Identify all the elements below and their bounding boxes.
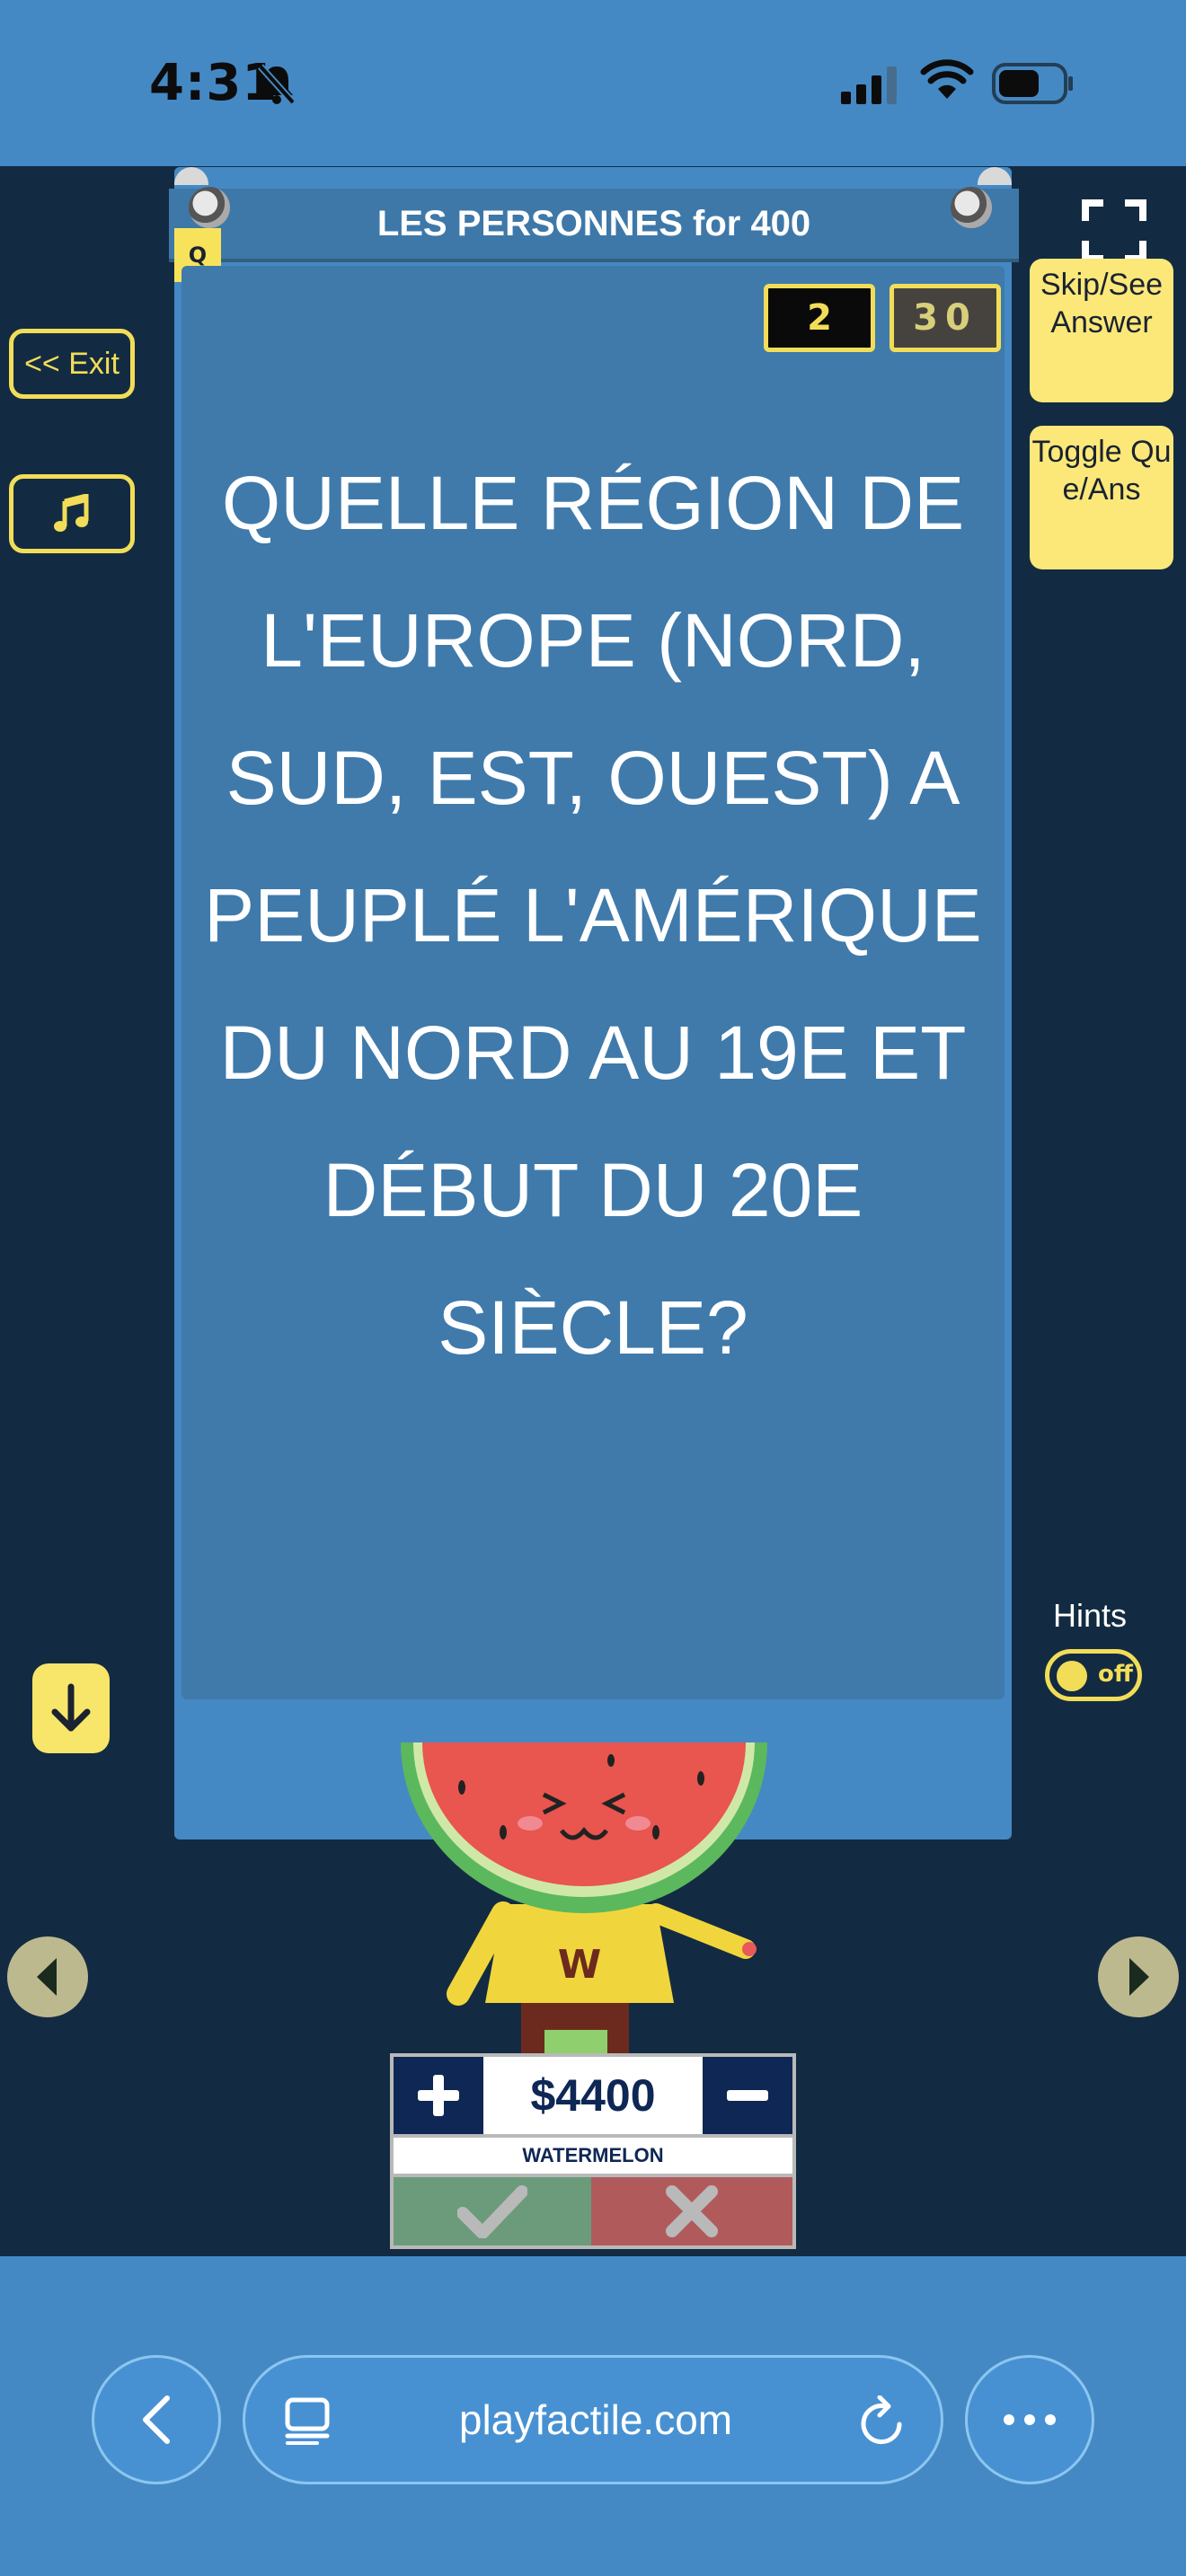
previous-button[interactable]: [7, 1936, 88, 2017]
toggle-knob: [1057, 1661, 1087, 1691]
hints-label: Hints: [1053, 1597, 1128, 1634]
hints-toggle[interactable]: off: [1045, 1649, 1142, 1701]
score-row: $4400: [394, 2057, 792, 2134]
question-counter: 2: [764, 284, 875, 352]
mark-wrong-button[interactable]: [591, 2177, 792, 2245]
fullscreen-icon[interactable]: [1082, 199, 1146, 262]
music-button[interactable]: [9, 474, 135, 553]
hints-state: off: [1098, 1661, 1133, 1688]
add-points-button[interactable]: [394, 2057, 483, 2134]
arrow-down-icon: [51, 1683, 91, 1732]
minus-icon: [727, 2090, 768, 2101]
address-bar[interactable]: playfactile.com: [243, 2355, 943, 2484]
chevron-right-icon: [1129, 1958, 1149, 1996]
more-icon: [1004, 2414, 1056, 2425]
wifi-icon: [920, 59, 974, 99]
team-score-panel: $4400 WATERMELON: [390, 2053, 796, 2249]
signal-icon: [841, 66, 897, 104]
x-icon: [666, 2185, 718, 2237]
chevron-left-icon: [37, 1958, 57, 1996]
timer[interactable]: 30: [890, 284, 1001, 352]
plus-icon: [418, 2075, 459, 2116]
exit-button[interactable]: << Exit: [9, 329, 135, 399]
browser-back-button[interactable]: [92, 2355, 221, 2484]
scroll-down-button[interactable]: [32, 1663, 110, 1753]
team-name: WATERMELON: [394, 2138, 792, 2174]
battery-icon: [992, 63, 1073, 104]
svg-text:W: W: [558, 1942, 602, 1988]
music-note-icon: [54, 494, 89, 532]
subtract-points-button[interactable]: [703, 2057, 792, 2134]
card-title: LES PERSONNES for 400: [376, 204, 811, 243]
mark-correct-button[interactable]: [394, 2177, 591, 2245]
tabs-icon[interactable]: [285, 2397, 330, 2446]
chevron-left-icon: [143, 2395, 170, 2444]
question-text: QUELLE RÉGION DE L'EUROPE (NORD, SUD, ES…: [204, 461, 982, 1370]
watermelon-mascot: W: [401, 1742, 767, 2057]
team-score: $4400: [530, 2070, 656, 2121]
next-button[interactable]: [1098, 1936, 1179, 2017]
skip-see-answer-button[interactable]: Skip/See Answer: [1030, 259, 1173, 402]
mascot-letter: W: [558, 1942, 602, 1988]
bell-slash-icon: [258, 64, 296, 105]
more-options-button[interactable]: [965, 2355, 1094, 2484]
pin-left-icon: [189, 187, 230, 228]
reload-icon[interactable]: [858, 2395, 907, 2448]
url-text: playfactile.com: [458, 2396, 733, 2443]
check-icon: [457, 2185, 527, 2238]
pin-right-icon: [951, 187, 992, 228]
toggle-que-ans-button[interactable]: Toggle Que/Ans: [1030, 426, 1173, 569]
